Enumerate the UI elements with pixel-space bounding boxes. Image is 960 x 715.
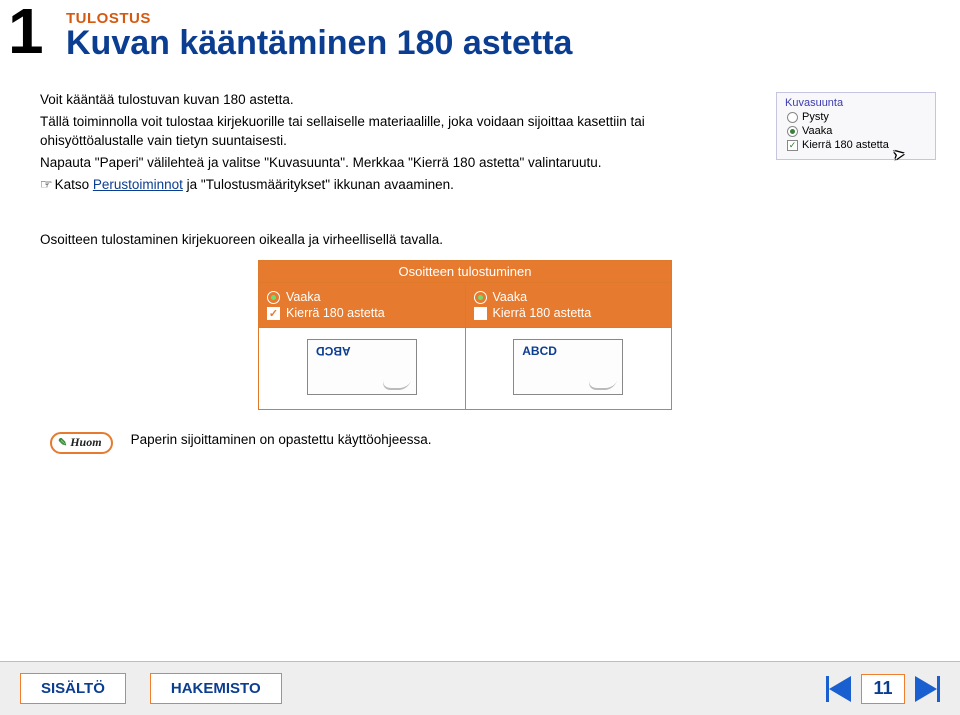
- radio-icon: [267, 291, 280, 304]
- intro-line-4: ☞Katso Perustoiminnot ja "Tulostusmäärit…: [40, 174, 690, 195]
- checkbox-checked-icon: ✓: [267, 307, 280, 320]
- contents-button[interactable]: SISÄLTÖ: [20, 673, 126, 704]
- note-text: Paperin sijoittaminen on opastettu käytt…: [131, 432, 432, 447]
- col1-radio-label: Vaaka: [286, 290, 321, 304]
- intro-line-1: Voit kääntää tulostuvan kuvan 180 astett…: [40, 90, 690, 110]
- pencil-icon: ✎: [58, 436, 67, 449]
- orientation-panel-screenshot: Kuvasuunta Pysty Vaaka ✓ Kierrä 180 aste…: [776, 92, 936, 160]
- table-col1-sample: ABCD: [259, 328, 466, 410]
- example-table: Osoitteen tulostuminen Vaaka ✓ Kierrä 18…: [258, 260, 672, 410]
- intro-line-4-post: ja "Tulostusmääritykset" ikkunan avaamin…: [183, 177, 454, 192]
- next-page-button[interactable]: [915, 676, 940, 702]
- footer-bar: SISÄLTÖ HAKEMISTO 11: [0, 661, 960, 715]
- col2-check-label: Kierrä 180 astetta: [493, 306, 592, 320]
- table-col1-options: Vaaka ✓ Kierrä 180 astetta: [259, 283, 466, 328]
- panel-opt-portrait: Pysty: [802, 111, 829, 123]
- table-col2-options: Vaaka Kierrä 180 astetta: [465, 283, 672, 328]
- checkbox-empty-icon: [474, 307, 487, 320]
- step-number: 1: [8, 0, 42, 68]
- envelope-text-rotated: ABCD: [316, 344, 351, 358]
- table-col2-sample: ABCD: [465, 328, 672, 410]
- perustoiminnot-link[interactable]: Perustoiminnot: [93, 177, 183, 192]
- radio-icon: [474, 291, 487, 304]
- body-text: Voit kääntää tulostuvan kuvan 180 astett…: [40, 90, 690, 197]
- note-tag: ✎ Huom: [50, 432, 113, 454]
- envelope-flap-icon: [380, 380, 411, 390]
- table-title: Osoitteen tulostuminen: [259, 261, 672, 283]
- example-caption: Osoitteen tulostaminen kirjekuoreen oike…: [40, 232, 443, 247]
- envelope-flap-icon: [587, 380, 618, 390]
- note-tag-label: Huom: [70, 435, 101, 450]
- intro-line-3: Napauta "Paperi" välilehteä ja valitse "…: [40, 153, 690, 173]
- note-box: ✎ Huom Paperin sijoittaminen on opastett…: [50, 432, 432, 454]
- envelope-text-normal: ABCD: [522, 344, 557, 358]
- col2-radio-label: Vaaka: [493, 290, 528, 304]
- page-number: 11: [861, 674, 905, 704]
- col1-check-label: Kierrä 180 astetta: [286, 306, 385, 320]
- radio-portrait-icon: [787, 112, 798, 123]
- page-title: Kuvan kääntäminen 180 astetta: [66, 24, 572, 63]
- envelope-icon: ABCD: [513, 339, 623, 395]
- intro-line-2: Tällä toiminnolla voit tulostaa kirjekuo…: [40, 112, 690, 151]
- prev-page-button[interactable]: [826, 676, 851, 702]
- check-rotate-icon: ✓: [787, 140, 798, 151]
- panel-check-rotate: Kierrä 180 astetta: [802, 139, 889, 151]
- panel-group-label: Kuvasuunta: [785, 97, 929, 109]
- intro-line-4-pre: Katso: [55, 177, 93, 192]
- panel-opt-landscape: Vaaka: [802, 125, 832, 137]
- radio-landscape-icon: [787, 126, 798, 137]
- envelope-icon: ABCD: [307, 339, 417, 395]
- index-button[interactable]: HAKEMISTO: [150, 673, 282, 704]
- pointer-icon: ☞: [40, 174, 53, 194]
